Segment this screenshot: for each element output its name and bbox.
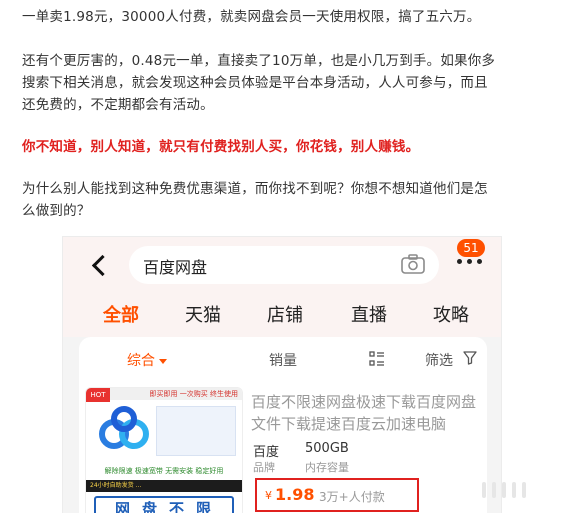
highlight-paragraph: 你不知道，别人知道，就只有付费找别人买，你花钱，别人赚钱。 [22, 139, 420, 155]
list-view-icon[interactable] [369, 351, 385, 367]
filter-button[interactable]: 筛选 [425, 350, 453, 370]
caret-down-icon [159, 358, 167, 364]
spec-capacity-key: 内存容量 [305, 461, 349, 474]
baidu-netdisk-logo-icon [99, 406, 149, 449]
hot-badge: HOT [86, 388, 110, 402]
sort-default[interactable]: 综合 [127, 350, 167, 370]
thumbnail-features: 解除限速 极速宽带 无需安装 稳定好用 [104, 467, 224, 475]
paragraph-4-line-2: 么做到的？ [22, 203, 91, 219]
more-icon[interactable] [455, 257, 485, 267]
paragraph-2-line-1: 还有个更厉害的，0.48元一单，直接卖了10万单，也是小几万到手。如果你多 [22, 53, 496, 69]
paragraph-1: 一单卖1.98元，30000人付费，就卖网盘会员一天使用权限，搞了五六万。 [22, 9, 481, 25]
back-arrow-icon[interactable] [91, 254, 114, 277]
thumbnail-delivery-banner: 24小时自助发货 ... [86, 480, 242, 492]
tab-guides[interactable]: 攻略 [433, 301, 469, 327]
tab-shops[interactable]: 店铺 [267, 301, 303, 327]
filter-icon[interactable] [463, 351, 477, 365]
tab-all[interactable]: 全部 [103, 301, 139, 327]
tab-tmall[interactable]: 天猫 [185, 301, 221, 327]
spec-brand-key: 品牌 [253, 461, 275, 474]
embedded-shopping-screenshot: 百度网盘 51 全部 天猫 店铺 直播 攻略 综合 销量 筛选 即买即用 一次购… [63, 237, 501, 513]
product-title[interactable]: 百度不限速网盘极速下载百度网盘文件下载提速百度云加速电脑 [251, 391, 483, 435]
search-header: 百度网盘 51 [63, 237, 501, 295]
spec-capacity-value: 500GB [305, 441, 349, 456]
message-badge: 51 [457, 239, 485, 257]
tab-live[interactable]: 直播 [351, 301, 387, 327]
paid-count: 3万+人付款 [319, 490, 385, 504]
watermark-icon [478, 478, 538, 500]
results-card: 综合 销量 筛选 即买即用 一次购买 终生使用 HOT 解除限速 极速宽带 无需… [79, 337, 487, 513]
spec-brand-value: 百度 [253, 445, 280, 460]
search-query[interactable]: 百度网盘 [143, 254, 207, 278]
search-box[interactable]: 百度网盘 [129, 246, 439, 284]
price-highlight-box: ¥ 1.98 3万+人付款 [255, 478, 419, 512]
currency-symbol: ¥ [265, 489, 272, 502]
paragraph-4-line-1: 为什么别人能找到这种免费优惠渠道，而你找不到呢？你想不想知道他们是怎 [22, 181, 488, 197]
paragraph-2-line-2: 搜索下相关消息，就会发现这种会员体验是平台本身活动，人人可参与，而且 [22, 75, 488, 91]
sort-default-label: 综合 [127, 353, 155, 369]
product-price: 1.98 [275, 485, 315, 504]
product-thumbnail[interactable]: 即买即用 一次购买 终生使用 HOT 解除限速 极速宽带 无需安装 稳定好用 2… [85, 387, 243, 513]
sort-sales[interactable]: 销量 [269, 350, 297, 370]
thumbnail-slogan: 网盘不限速 [94, 496, 234, 513]
camera-icon[interactable] [401, 254, 425, 274]
paragraph-2-line-3: 还免费的，不定期都会有活动。 [22, 97, 214, 113]
category-tabs: 全部 天猫 店铺 直播 攻略 [63, 295, 501, 337]
paragraph-4: 为什么别人能找到这种免费优惠渠道，而你找不到呢？你想不想知道他们是怎 么做到的？ [22, 178, 488, 222]
speed-test-graphic [156, 406, 236, 456]
paragraph-2: 还有个更厉害的，0.48元一单，直接卖了10万单，也是小几万到手。如果你多 搜索… [22, 50, 495, 116]
